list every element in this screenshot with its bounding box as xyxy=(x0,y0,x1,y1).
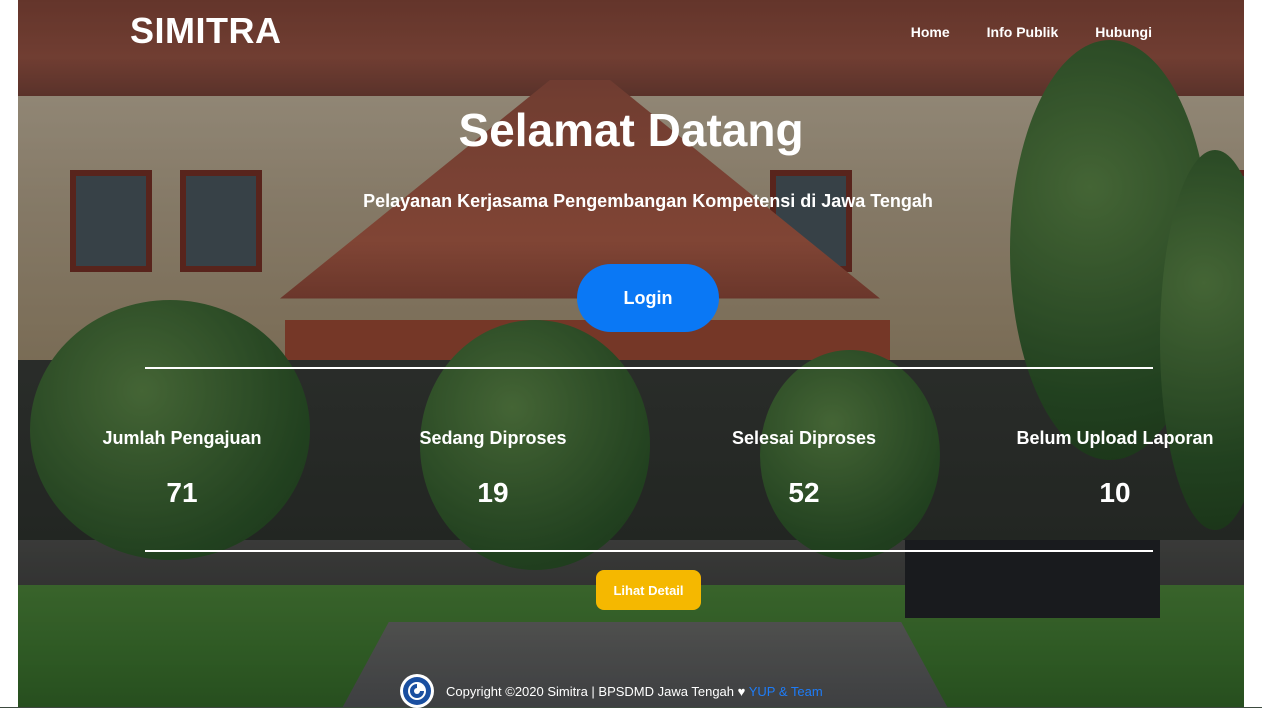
bpsdmd-logo-icon xyxy=(400,674,434,708)
nav-link-info-publik[interactable]: Info Publik xyxy=(987,24,1059,40)
navbar: SIMITRA Home Info Publik Hubungi xyxy=(0,0,1262,66)
stat-label: Selesai Diproses xyxy=(731,428,877,448)
stat-jumlah-pengajuan: Jumlah Pengajuan 71 xyxy=(57,428,307,509)
stat-label: Belum Upload Laporan xyxy=(1016,428,1214,448)
copyright-text: Copyright ©2020 Simitra | BPSDMD Jawa Te… xyxy=(446,683,746,699)
stat-sedang-diproses: Sedang Diproses 19 xyxy=(368,428,618,509)
stat-value: 19 xyxy=(477,477,509,508)
footer-copyright: Copyright ©2020 Simitra | BPSDMD Jawa Te… xyxy=(446,684,823,699)
stat-selesai-diproses: Selesai Diproses 52 xyxy=(679,428,929,509)
stat-value: 52 xyxy=(788,477,820,508)
divider-top xyxy=(145,367,1153,369)
hero-subtitle: Pelayanan Kerjasama Pengembangan Kompete… xyxy=(363,191,933,211)
login-button[interactable]: Login xyxy=(577,264,719,332)
team-link[interactable]: YUP & Team xyxy=(749,684,823,699)
nav-links: Home Info Publik Hubungi xyxy=(911,24,1152,40)
nav-link-hubungi[interactable]: Hubungi xyxy=(1095,24,1152,40)
stat-value: 10 xyxy=(1099,477,1131,508)
nav-link-home[interactable]: Home xyxy=(911,24,950,40)
brand-logo-link[interactable]: SIMITRA xyxy=(130,10,282,52)
hero-title: Selamat Datang xyxy=(458,104,804,156)
footer: Copyright ©2020 Simitra | BPSDMD Jawa Te… xyxy=(400,674,823,708)
stat-belum-upload-laporan: Belum Upload Laporan 10 xyxy=(990,428,1240,509)
stat-value: 71 xyxy=(166,477,198,508)
divider-bottom xyxy=(145,550,1153,552)
stat-label: Sedang Diproses xyxy=(419,428,567,448)
lihat-detail-button[interactable]: Lihat Detail xyxy=(596,570,701,610)
stat-label: Jumlah Pengajuan xyxy=(102,428,262,448)
